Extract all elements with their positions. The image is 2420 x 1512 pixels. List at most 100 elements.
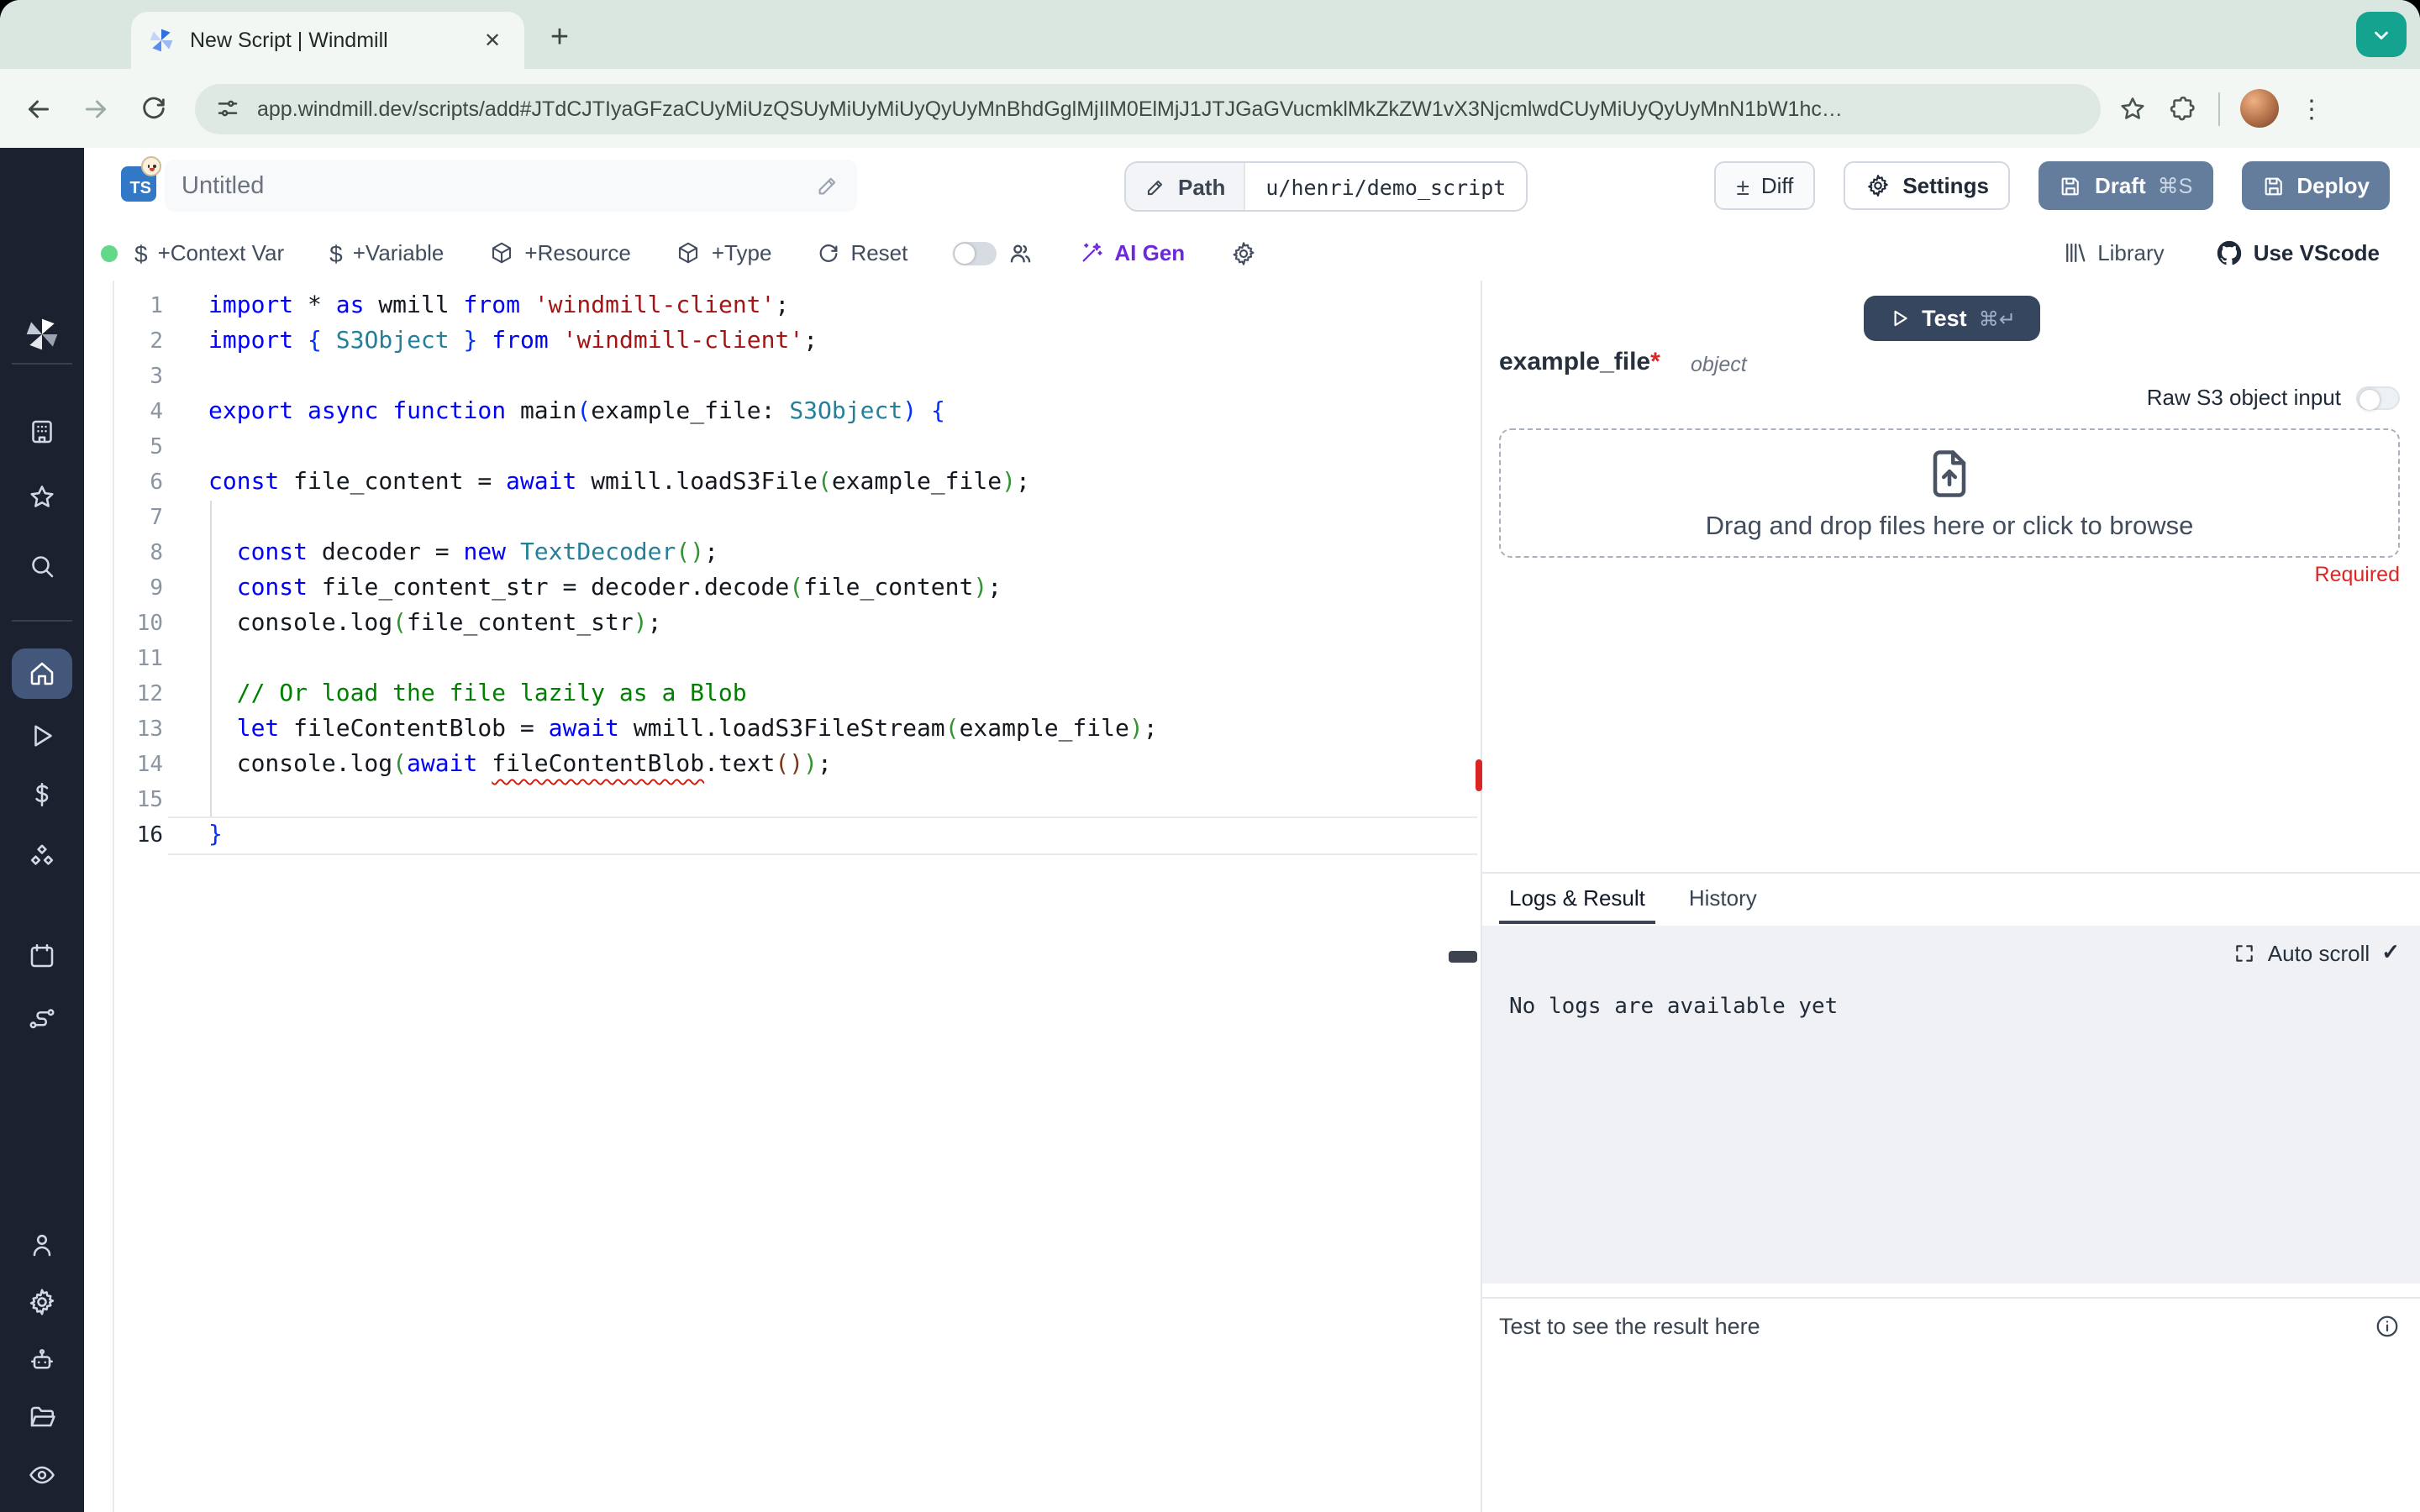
tab-close-icon[interactable]: ✕: [477, 25, 508, 55]
code-line[interactable]: const decoder = new TextDecoder();: [208, 536, 1158, 571]
sidebar-item-users-person[interactable]: [12, 1220, 72, 1270]
sidebar-item-variables-dollar[interactable]: [12, 769, 72, 820]
deploy-button[interactable]: Deploy: [2241, 161, 2390, 210]
argument-type: object: [1691, 353, 1747, 376]
settings-button[interactable]: Settings: [1844, 161, 2011, 210]
code-line[interactable]: [208, 642, 1158, 677]
test-button[interactable]: Test ⌘↵: [1864, 296, 2040, 341]
browser-tab[interactable]: New Script | Windmill ✕: [131, 12, 524, 69]
raw-s3-switch[interactable]: [2356, 386, 2400, 409]
sidebar-item-favorites-star[interactable]: [12, 472, 72, 522]
sidebar-item-audit-eye[interactable]: [12, 1450, 72, 1500]
forward-button[interactable]: [67, 80, 124, 137]
sidebar-item-search[interactable]: [12, 541, 72, 591]
code-line[interactable]: [208, 783, 1158, 818]
result-placeholder: Test to see the result here: [1499, 1314, 1760, 1339]
code-line[interactable]: export async function main(example_file:…: [208, 395, 1158, 430]
line-number: 9: [150, 576, 163, 601]
multiplayer-switch[interactable]: [953, 241, 997, 265]
path-value[interactable]: u/henri/demo_script: [1244, 163, 1527, 210]
schedules-calendar-icon: [30, 943, 54, 968]
divider: [12, 620, 72, 622]
browser-menu-icon[interactable]: ⋮: [2299, 93, 2324, 123]
horizontal-scrollbar[interactable]: [1449, 951, 1477, 963]
code-line[interactable]: }: [208, 818, 1158, 853]
flows-route-icon: [29, 1009, 55, 1029]
users-person-icon: [33, 1234, 51, 1257]
sidebar-item-runs-play[interactable]: [12, 711, 72, 761]
draft-button[interactable]: Draft ⌘S: [2039, 161, 2213, 210]
sidebar-item-workspace-building[interactable]: [12, 407, 72, 457]
code-line[interactable]: // Or load the file lazily as a Blob: [208, 677, 1158, 712]
windmill-app: TS Untitled Path u/henri/demo_script ± D…: [0, 148, 2420, 1512]
code-content[interactable]: import * as wmill from 'windmill-client'…: [208, 289, 1158, 853]
diff-button[interactable]: ± Diff: [1714, 161, 1816, 210]
url-text[interactable]: app.windmill.dev/scripts/add#JTdCJTIyaGF…: [257, 97, 2081, 120]
library-button[interactable]: Library: [2062, 240, 2165, 265]
new-tab-button[interactable]: +: [538, 17, 581, 60]
logs-body: Auto scroll ✓ No logs are available yet: [1482, 926, 2420, 1284]
edit-pencil-icon[interactable]: [815, 173, 840, 198]
line-number-gutter: 1 2 3 4 5 6 7 8 9 10 11 12 13 14 15 16: [113, 289, 163, 853]
editor-toolbar: $ +Context Var $ +Variable +Resource +Ty…: [84, 225, 2420, 282]
ai-gen-label: AI Gen: [1114, 240, 1186, 265]
code-editor[interactable]: 1 2 3 4 5 6 7 8 9 10 11 12 13 14 15 16 import * as wmil…: [84, 281, 1481, 1512]
code-line[interactable]: import * as wmill from 'windmill-client'…: [208, 289, 1158, 324]
tab-logs-result[interactable]: Logs & Result: [1499, 885, 1655, 924]
add-type-button[interactable]: +Type: [676, 240, 771, 265]
multiplayer-toggle[interactable]: [953, 239, 1034, 266]
script-title-input[interactable]: Untitled: [165, 160, 857, 212]
logs-panel: Logs & Result History Auto scroll ✓ No l…: [1482, 872, 2420, 1512]
sidebar-item-folders-folder[interactable]: [12, 1393, 72, 1443]
sidebar-item-settings-gear[interactable]: [12, 1277, 72, 1327]
code-line[interactable]: console.log(await fileContentBlob.text()…: [208, 748, 1158, 783]
code-line[interactable]: console.log(file_content_str);: [208, 606, 1158, 642]
site-settings-icon[interactable]: [215, 96, 240, 121]
code-line[interactable]: [208, 360, 1158, 395]
use-vscode-button[interactable]: Use VScode: [2215, 239, 2380, 267]
code-line[interactable]: const file_content_str = decoder.decode(…: [208, 571, 1158, 606]
tab-history[interactable]: History: [1689, 885, 1757, 924]
split-drag-handle[interactable]: [1476, 759, 1482, 791]
code-line[interactable]: import { S3Object } from 'windmill-clien…: [208, 324, 1158, 360]
back-button[interactable]: [10, 80, 67, 137]
code-line[interactable]: [208, 430, 1158, 465]
bookmark-star-icon[interactable]: [2118, 93, 2148, 123]
window-control-button[interactable]: [2356, 12, 2407, 57]
add-resource-button[interactable]: +Resource: [489, 240, 631, 265]
code-line[interactable]: let fileContentBlob = await wmill.loadS3…: [208, 712, 1158, 748]
auto-scroll-control[interactable]: Auto scroll ✓: [2234, 939, 2400, 966]
line-number: 4: [150, 400, 163, 425]
sidebar-item-resources-cubes[interactable]: [12, 832, 72, 882]
path-widget[interactable]: Path u/henri/demo_script: [1124, 161, 1528, 212]
variable-label: +Variable: [352, 240, 445, 265]
reload-button[interactable]: [124, 80, 182, 137]
sidebar-item-schedules-calendar[interactable]: [12, 931, 72, 981]
sidebar-item-workers-robot[interactable]: [12, 1336, 72, 1386]
info-icon[interactable]: [2375, 1314, 2400, 1339]
add-context-var-button[interactable]: $ +Context Var: [134, 239, 284, 266]
line-number: 5: [150, 435, 163, 460]
edit-pencil-icon: [1147, 179, 1163, 195]
gear-icon: [1868, 175, 1889, 197]
browser-tab-strip: New Script | Windmill ✕ +: [0, 0, 2420, 69]
add-variable-button[interactable]: $ +Variable: [329, 239, 444, 266]
ai-gen-button[interactable]: AI Gen: [1079, 240, 1185, 265]
extensions-puzzle-icon[interactable]: [2168, 93, 2198, 123]
editor-settings-button[interactable]: [1230, 239, 1257, 266]
sidebar-item-home[interactable]: [12, 648, 72, 699]
url-bar[interactable]: app.windmill.dev/scripts/add#JTdCJTIyaGF…: [195, 83, 2101, 134]
code-line[interactable]: [208, 501, 1158, 536]
line-number: 14: [136, 753, 163, 778]
path-label-section[interactable]: Path: [1126, 163, 1244, 210]
windmill-logo-icon[interactable]: [12, 309, 72, 360]
file-dropzone[interactable]: Drag and drop files here or click to bro…: [1499, 428, 2400, 558]
sidebar-item-flows-route[interactable]: [12, 993, 72, 1043]
runs-play-icon: [34, 725, 52, 747]
result-placeholder-row: Test to see the result here: [1482, 1297, 2420, 1354]
reset-button[interactable]: Reset: [817, 240, 908, 265]
path-label: Path: [1178, 174, 1226, 199]
profile-avatar[interactable]: [2240, 89, 2279, 128]
use-vscode-label: Use VScode: [2253, 240, 2380, 265]
code-line[interactable]: const file_content = await wmill.loadS3F…: [208, 465, 1158, 501]
